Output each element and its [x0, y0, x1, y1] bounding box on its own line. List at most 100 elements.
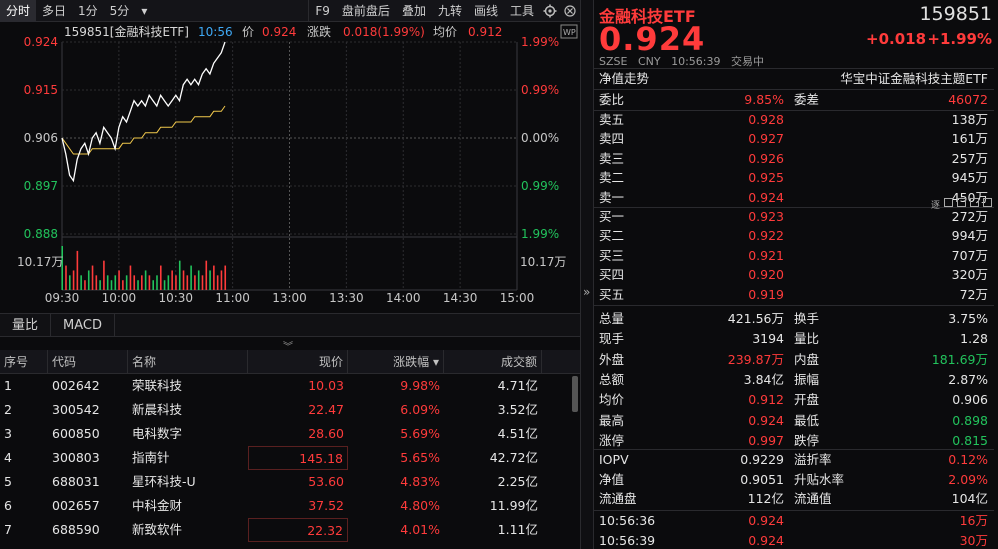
etf-label: 溢折率 — [794, 452, 832, 467]
bid-diff-label: 委差 — [794, 92, 820, 107]
f9-button[interactable]: F9 — [308, 0, 336, 22]
table-row[interactable]: 6 002657 中科金财 37.52 4.80% 11.99亿 — [0, 494, 580, 518]
tab-multiday[interactable]: 多日 — [36, 0, 72, 22]
ask-price[interactable]: 0.925 — [748, 168, 784, 188]
stat-value: 0.898 — [952, 412, 988, 428]
tab-1min[interactable]: 1分 — [72, 0, 104, 22]
table-row[interactable]: 3 600850 电科数字 28.60 5.69% 4.51亿 — [0, 422, 580, 446]
nine-turn-button[interactable]: 九转 — [432, 0, 468, 22]
col-amount[interactable]: 成交额 — [444, 350, 542, 373]
etf-label: 净值 — [599, 471, 625, 487]
volume-bar — [122, 280, 124, 290]
bid-ratio: 9.85% — [744, 92, 784, 107]
ask-price[interactable]: 0.924 — [748, 188, 784, 208]
volume-bar — [220, 270, 223, 290]
panel-divider[interactable]: » — [580, 0, 594, 549]
quote-row: 卖三 0.926 257万 — [594, 149, 994, 169]
nav-trend-link[interactable]: 净值走势 — [599, 69, 649, 89]
tab-macd[interactable]: MACD — [51, 313, 115, 337]
edit-icon-2[interactable] — [957, 198, 966, 207]
tools-button[interactable]: 工具 — [504, 0, 540, 22]
table-row[interactable]: 1 002642 荣联科技 10.03 9.98% 4.71亿 — [0, 374, 580, 398]
table-row[interactable]: 5 688031 星环科技-U 53.60 4.83% 2.25亿 — [0, 470, 580, 494]
ask-price[interactable]: 0.926 — [748, 149, 784, 169]
premarket-button[interactable]: 盘前盘后 — [336, 0, 396, 22]
volume-bar — [201, 275, 204, 290]
volume-bar — [167, 275, 170, 290]
stat-value: 3.75% — [948, 311, 988, 326]
stat-value: 2.87% — [948, 371, 988, 387]
tick-time: 10:56:36 — [599, 513, 656, 528]
draw-line-button[interactable]: 画线 — [468, 0, 504, 22]
stat-label: 涨停 — [599, 432, 625, 448]
row-name: 星环科技-U — [132, 474, 196, 489]
chart-canvas[interactable]: 159851[金融科技ETF] 10:56 价 0.924 涨跌 0.018(1… — [0, 22, 580, 312]
volume-bar — [171, 270, 173, 290]
table-row[interactable]: 7 688590 新致软件 22.32 4.01% 1.11亿 — [0, 518, 580, 542]
bid-price[interactable]: 0.922 — [748, 226, 784, 246]
edit-icon-3[interactable] — [970, 198, 979, 207]
bid-price[interactable]: 0.921 — [748, 246, 784, 266]
chart-toolbar: 分时 多日 1分 5分 ▾ F9 盘前盘后 叠加 九转 画线 工具 — [0, 0, 580, 22]
volume-bar — [213, 265, 215, 290]
volume-bar — [106, 275, 109, 290]
chart-time: 10:56 — [198, 25, 233, 39]
stat-label: 换手 — [794, 311, 820, 326]
row-amount: 3.52亿 — [497, 402, 538, 417]
stat-value: 181.69万 — [931, 351, 988, 367]
table-scrollbar[interactable] — [572, 376, 578, 412]
row-code: 300542 — [52, 402, 100, 417]
stat-value: 3194 — [752, 331, 784, 347]
row-code: 688590 — [52, 522, 100, 537]
close-icon[interactable] — [560, 0, 580, 22]
tick-volume: 16万 — [959, 513, 988, 528]
bid-price[interactable]: 0.923 — [748, 207, 784, 227]
etf-value: 112亿 — [747, 491, 784, 506]
ask-label: 卖四 — [599, 131, 625, 147]
edit-icon[interactable] — [944, 198, 953, 207]
ask-volume: 257万 — [951, 150, 988, 166]
overlay-button[interactable]: 叠加 — [396, 0, 432, 22]
tab-volume-ratio[interactable]: 量比 — [0, 313, 52, 337]
volume-bar — [141, 275, 143, 290]
volume-bar — [178, 260, 181, 290]
stat-label: 现手 — [599, 331, 625, 347]
volume-bar — [95, 275, 98, 290]
row-pct: 9.98% — [400, 378, 440, 393]
gear-icon[interactable] — [540, 0, 560, 22]
chart-avg-label: 均价 — [433, 25, 457, 39]
ask-price[interactable]: 0.928 — [748, 110, 784, 130]
volume-bar — [182, 270, 185, 290]
sort-desc-icon: ▾ — [432, 355, 439, 369]
ask-label: 卖三 — [599, 150, 625, 166]
row-name: 新致软件 — [132, 522, 183, 537]
col-no[interactable]: 序号 — [0, 350, 48, 373]
bid-price[interactable]: 0.919 — [748, 285, 784, 305]
col-pct[interactable]: 涨跌幅 ▾ — [348, 350, 444, 373]
tab-5min[interactable]: 5分 — [104, 0, 136, 22]
lots-toggle[interactable]: 逐 — [931, 198, 940, 211]
ask-price[interactable]: 0.927 — [748, 129, 784, 149]
table-row[interactable]: 2 300542 新晨科技 22.47 6.09% 3.52亿 — [0, 398, 580, 422]
ask-volume: 161万 — [951, 131, 988, 147]
edit-icon-4[interactable] — [983, 198, 992, 207]
intraday-chart[interactable]: 159851[金融科技ETF] 10:56 价 0.924 涨跌 0.018(1… — [0, 22, 580, 312]
bid-price[interactable]: 0.920 — [748, 265, 784, 285]
quote-row: 买三 0.921 707万 — [594, 246, 994, 266]
row-name: 指南针 — [132, 450, 170, 465]
stat-value: 0.912 — [748, 392, 784, 408]
stat-label: 最高 — [599, 412, 625, 428]
table-row[interactable]: 4 300803 指南针 145.18 5.65% 42.72亿 — [0, 446, 580, 470]
col-price[interactable]: 现价 — [248, 350, 348, 373]
x-tick: 14:00 — [386, 291, 421, 305]
row-name: 电科数字 — [132, 426, 183, 441]
col-name[interactable]: 名称 — [128, 350, 248, 373]
row-pct: 4.80% — [400, 498, 440, 513]
quote-row: 总额 3.84亿 振幅 2.87% — [594, 370, 994, 390]
index-name[interactable]: 华宝中证金融科技主题ETF — [840, 69, 988, 89]
col-code[interactable]: 代码 — [48, 350, 128, 373]
row-pct: 5.65% — [400, 450, 440, 465]
tab-intraday[interactable]: 分时 — [0, 0, 37, 22]
bid-volume: 72万 — [959, 286, 988, 302]
period-dropdown-icon[interactable]: ▾ — [135, 0, 153, 22]
